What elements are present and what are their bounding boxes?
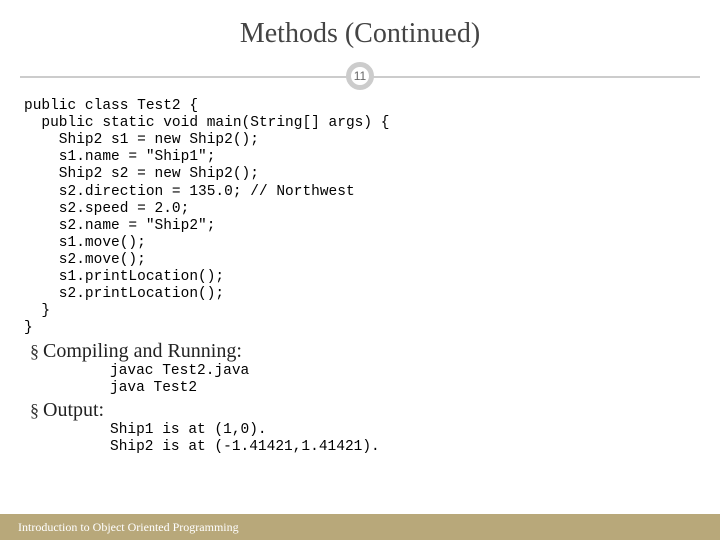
bullet-icon: § (30, 400, 39, 421)
title-rule: 11 (30, 62, 690, 92)
main-code-block: public class Test2 { public static void … (24, 98, 690, 338)
compile-code-block: javac Test2.java java Test2 (110, 363, 690, 397)
page-number-badge: 11 (346, 62, 374, 90)
bullet-icon: § (30, 341, 39, 362)
footer-bar: Introduction to Object Oriented Programm… (0, 514, 720, 540)
slide: Methods (Continued) 11 public class Test… (0, 0, 720, 540)
output-code-block: Ship1 is at (1,0). Ship2 is at (-1.41421… (110, 422, 690, 456)
output-section: § Output: (30, 399, 690, 422)
compile-section: § Compiling and Running: (30, 340, 690, 363)
output-heading: Output: (43, 399, 104, 422)
footer-text: Introduction to Object Oriented Programm… (18, 520, 239, 535)
slide-title: Methods (Continued) (30, 18, 690, 50)
compile-heading: Compiling and Running: (43, 340, 242, 363)
